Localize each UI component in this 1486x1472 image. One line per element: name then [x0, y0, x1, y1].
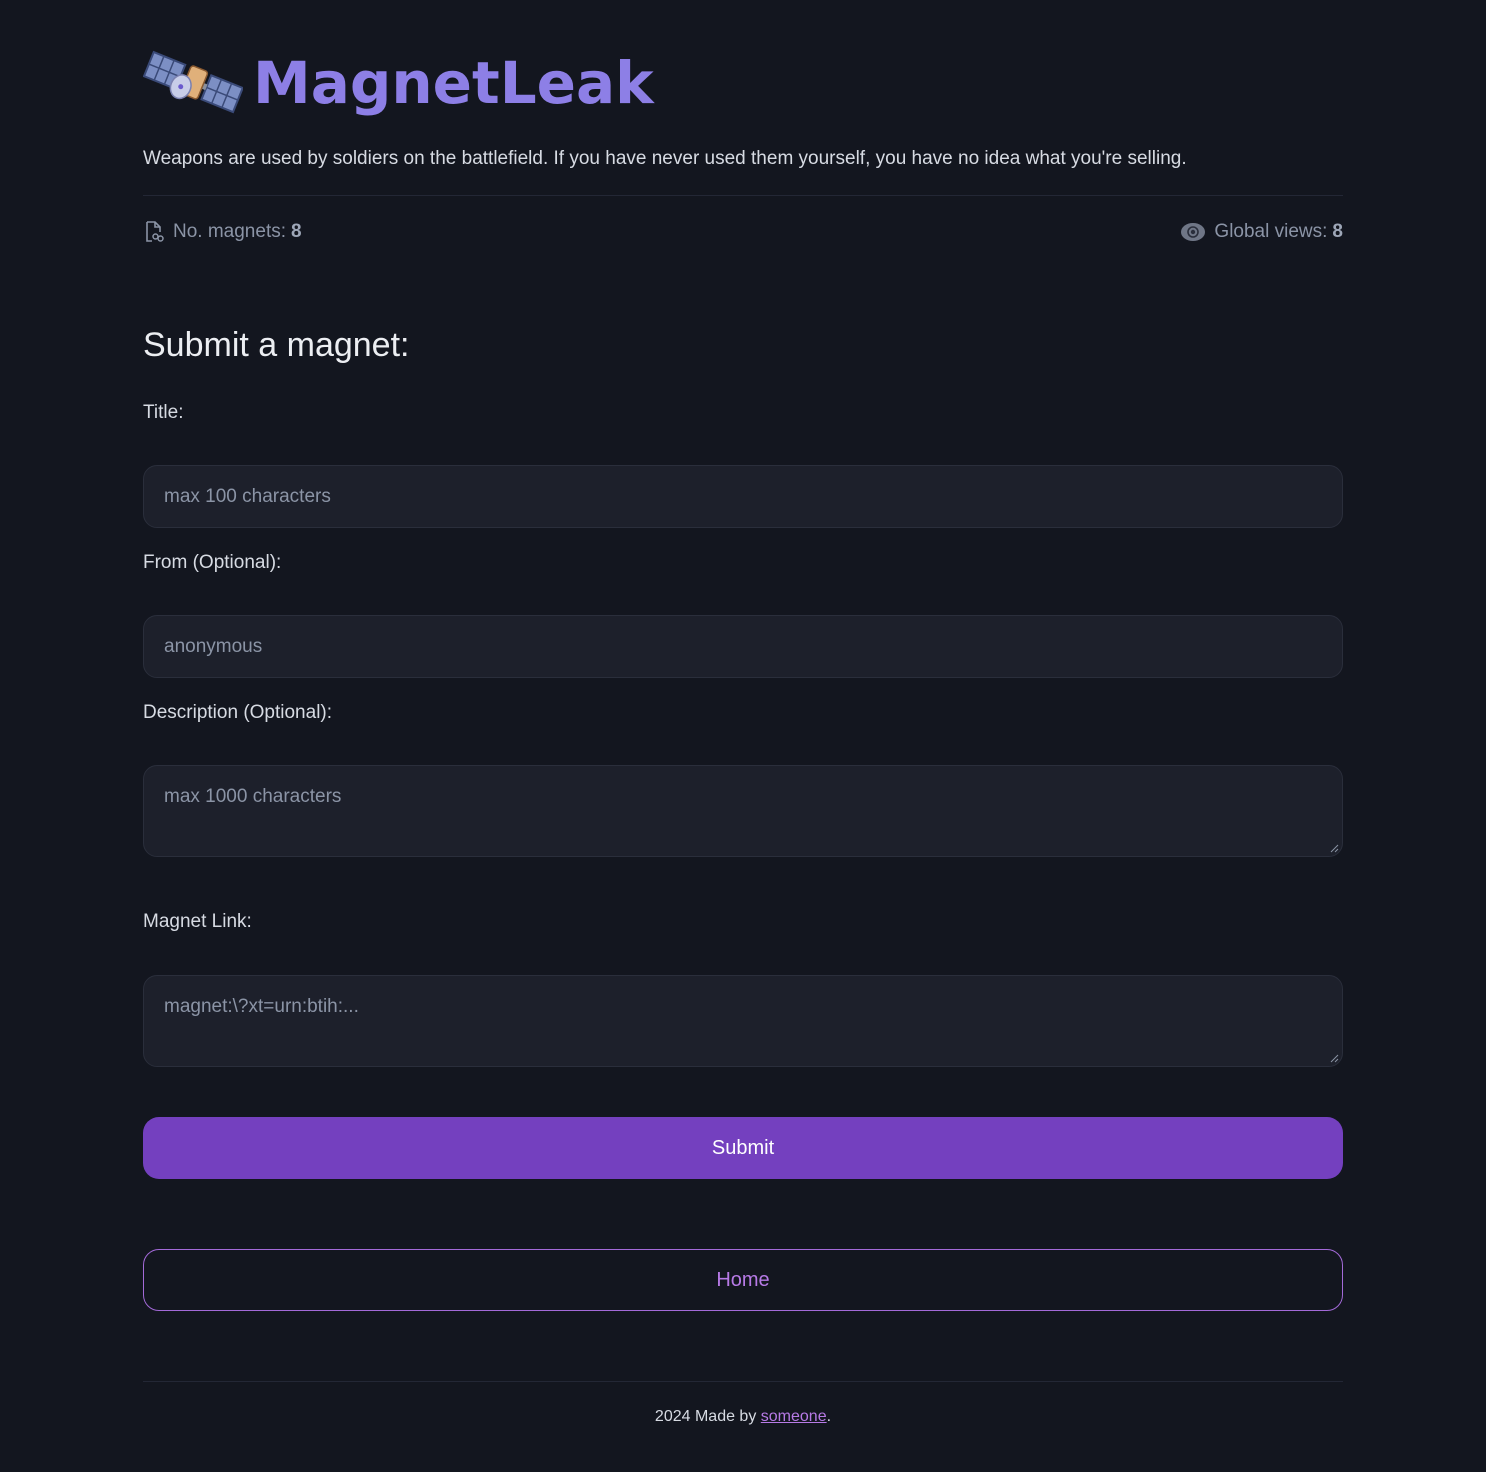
description-textarea[interactable]: max 1000 characters: [143, 765, 1343, 857]
resize-handle-icon[interactable]: [1330, 1054, 1339, 1063]
from-placeholder: anonymous: [164, 635, 263, 657]
site-header: MagnetLeak: [143, 44, 654, 122]
global-views-label: Global views:: [1214, 221, 1328, 242]
magnet-count-value: 8: [291, 221, 302, 242]
title-label: Title:: [143, 402, 184, 423]
resize-handle-icon[interactable]: [1330, 844, 1339, 853]
site-tagline: Weapons are used by soldiers on the batt…: [143, 148, 1187, 169]
description-label: Description (Optional):: [143, 702, 333, 723]
global-views-value: 8: [1332, 221, 1343, 242]
title-placeholder: max 100 characters: [164, 485, 331, 507]
magnet-link-textarea[interactable]: magnet:\?xt=urn:btih:...: [143, 975, 1343, 1067]
title-input[interactable]: max 100 characters: [143, 465, 1343, 528]
site-footer: 2024 Made by someone.: [143, 1408, 1343, 1426]
site-logo-text[interactable]: MagnetLeak: [253, 54, 654, 112]
from-label: From (Optional):: [143, 552, 282, 573]
header-divider: [143, 195, 1343, 196]
description-placeholder: max 1000 characters: [164, 786, 342, 807]
file-link-icon: [146, 221, 164, 242]
stats-bar: No. magnets: 8 Global views: 8: [143, 218, 1343, 246]
form-heading: Submit a magnet:: [143, 326, 410, 364]
submit-button[interactable]: Submit: [143, 1117, 1343, 1179]
from-input[interactable]: anonymous: [143, 615, 1343, 678]
footer-author-link[interactable]: someone: [761, 1408, 827, 1425]
satellite-logo-icon: [143, 50, 243, 114]
footer-divider: [143, 1381, 1343, 1382]
footer-suffix: .: [826, 1408, 832, 1425]
footer-text: 2024 Made by: [654, 1408, 761, 1425]
magnet-link-placeholder: magnet:\?xt=urn:btih:...: [164, 996, 359, 1017]
magnet-count-label: No. magnets:: [173, 221, 286, 242]
home-button[interactable]: Home: [143, 1249, 1343, 1311]
magnet-link-label: Magnet Link:: [143, 911, 252, 932]
global-views-stat: Global views: 8: [1180, 221, 1343, 243]
eye-icon: [1181, 223, 1206, 241]
magnet-count-stat: No. magnets: 8: [143, 220, 302, 244]
